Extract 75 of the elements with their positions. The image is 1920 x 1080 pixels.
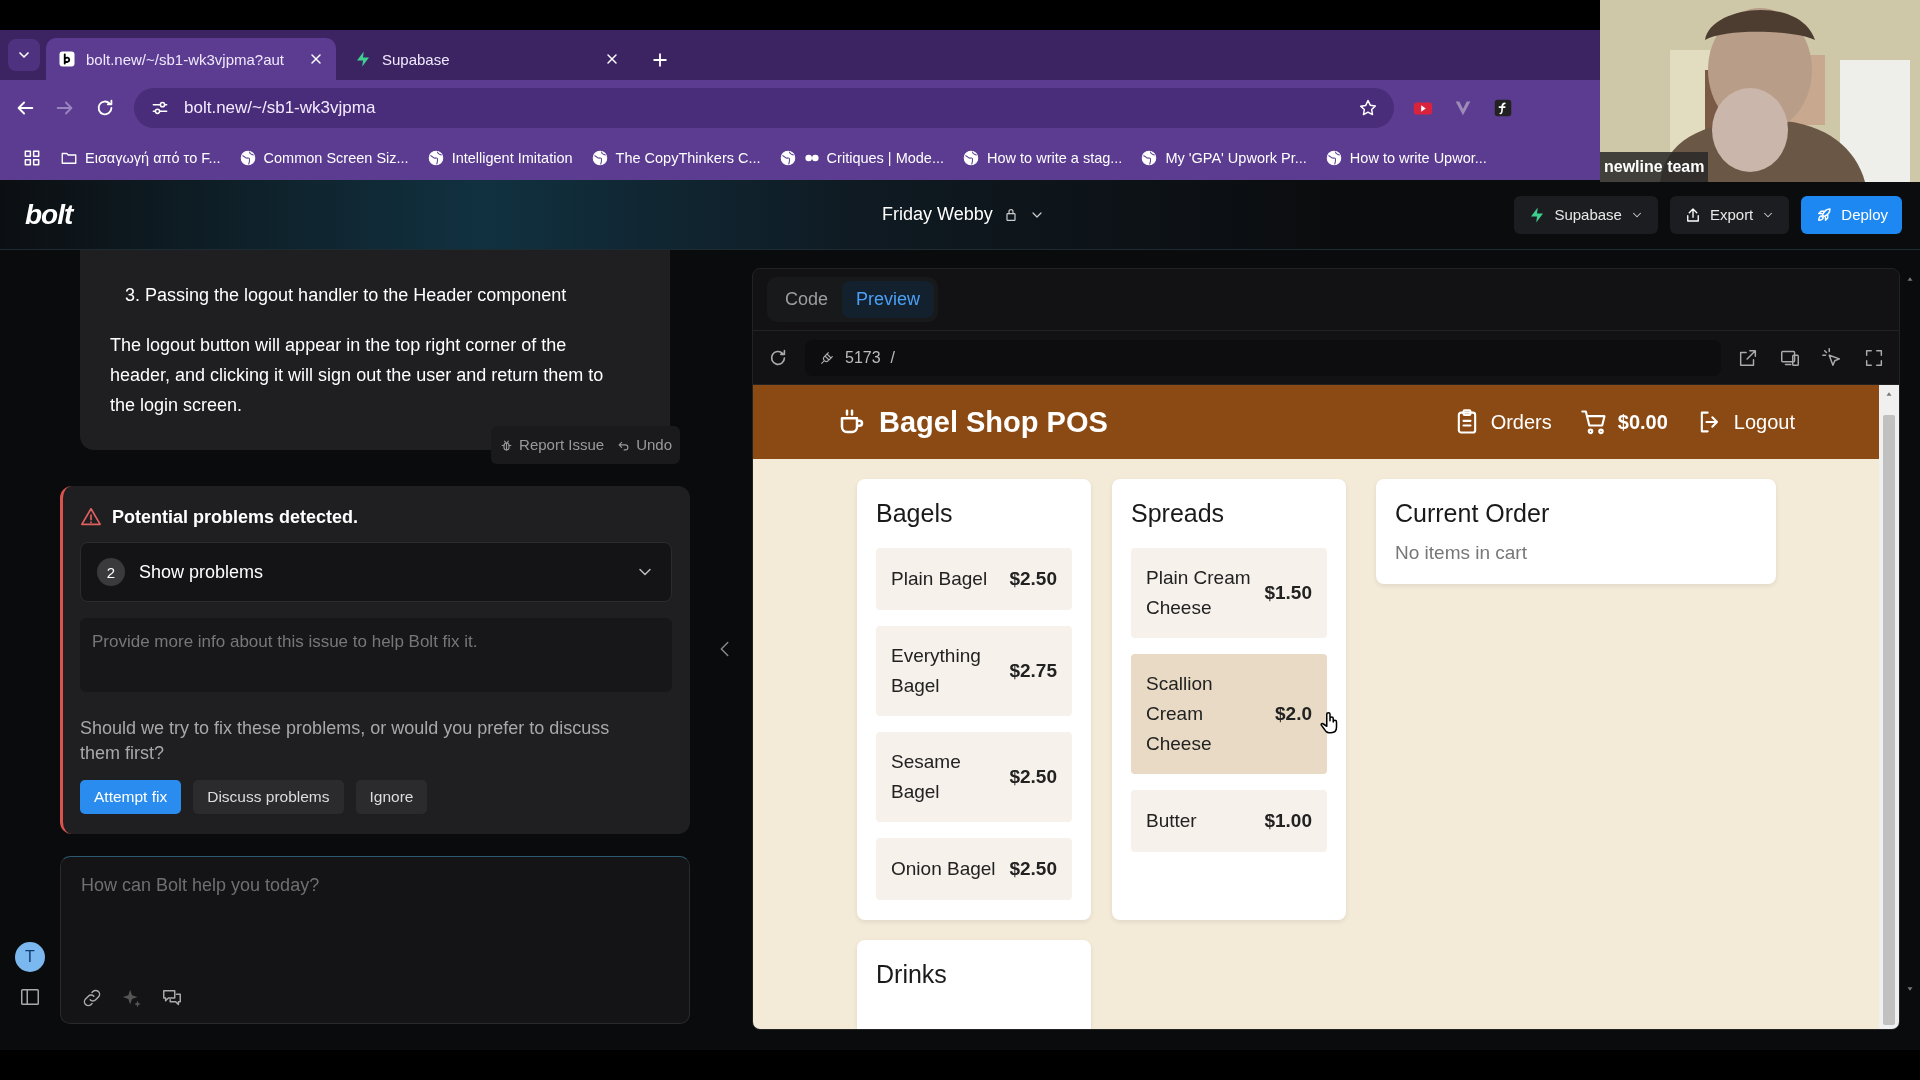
globe-icon bbox=[426, 148, 445, 167]
bookmark[interactable]: Common Screen Siz... bbox=[238, 148, 409, 167]
globe-icon bbox=[778, 148, 797, 167]
close-icon[interactable] bbox=[308, 51, 324, 67]
cart-icon bbox=[1579, 408, 1608, 436]
address-bar[interactable]: bolt.new/~/sb1-wk3vjpma bbox=[134, 87, 1394, 128]
globe-icon bbox=[1140, 148, 1159, 167]
bug-icon bbox=[499, 437, 515, 453]
question-text: Should we try to fix these problems, or would you prefer to discuss them first? bbox=[80, 717, 611, 765]
user-avatar[interactable]: T bbox=[15, 942, 45, 972]
list-item-text: 3. Passing the logout handler to the Header component bbox=[124, 284, 568, 307]
details-field[interactable]: Provide more info about this issue to help Bolt fix it. bbox=[80, 618, 672, 692]
path-text: / bbox=[890, 348, 896, 367]
bookmark[interactable]: Intelligent Imitation bbox=[426, 148, 573, 167]
view-tab[interactable]: Preview bbox=[842, 281, 935, 318]
bookmark-star-icon[interactable] bbox=[1358, 97, 1378, 118]
message-text: The logout button will appear in the top right corner of the header, and clicking it will sign out the user and return them to the login screen. bbox=[110, 334, 605, 417]
scrollbar[interactable] bbox=[1879, 385, 1899, 1029]
order-title: Current Order bbox=[1395, 499, 1551, 528]
bookmark[interactable]: The CopyThinkers C... bbox=[590, 148, 761, 167]
category-title: Drinks bbox=[876, 960, 948, 989]
view-tab[interactable]: Code bbox=[771, 281, 843, 318]
bolt-favicon-icon bbox=[58, 50, 76, 68]
menu-item[interactable]: Plain Bagel $2.50 bbox=[876, 548, 1072, 610]
menu-item[interactable]: Onion Bagel $2.50 bbox=[876, 838, 1072, 900]
warning-icon bbox=[80, 506, 102, 528]
prompt-box[interactable]: How can Bolt help you today? bbox=[60, 856, 690, 1024]
new-tab-icon[interactable] bbox=[650, 50, 670, 70]
category-title: Bagels bbox=[876, 499, 954, 528]
bookmark[interactable]: My 'GPA' Upwork Pr... bbox=[1140, 148, 1307, 167]
tab-title: bolt.new/~/sb1-wk3vjpma?aut bbox=[86, 50, 286, 68]
bookmark[interactable]: Εισαγωγή από το F... bbox=[60, 148, 221, 167]
nav-link[interactable]: Logout bbox=[1695, 408, 1795, 436]
tab-title: Supabase bbox=[382, 50, 451, 68]
element-picker-icon[interactable] bbox=[1821, 346, 1843, 369]
report-issue-link[interactable]: Report Issue bbox=[499, 430, 605, 460]
port-text: 5173 bbox=[845, 348, 881, 367]
deploy-button[interactable]: Deploy bbox=[1801, 195, 1902, 234]
menu-item[interactable]: Everything Bagel $2.75 bbox=[876, 626, 1072, 716]
address-text: bolt.new/~/sb1-wk3vjpma bbox=[184, 97, 377, 118]
prompt-field[interactable]: How can Bolt help you today? bbox=[81, 875, 669, 987]
preview-url-field[interactable]: 5173 / bbox=[805, 339, 1721, 376]
plug-icon bbox=[819, 349, 835, 366]
alert-title: Potential problems detected. bbox=[112, 506, 359, 528]
participant-name: newline team bbox=[1600, 152, 1709, 182]
globe-icon bbox=[238, 148, 257, 167]
browser-tab[interactable]: Supabase bbox=[342, 38, 632, 80]
empty-cart-text: No items in cart bbox=[1395, 542, 1528, 564]
show-problems-toggle[interactable]: 2 Show problems bbox=[80, 542, 672, 602]
undo-link[interactable]: Undo bbox=[616, 430, 672, 460]
globe-icon bbox=[962, 148, 980, 167]
bolt-logo[interactable]: bolt bbox=[25, 198, 73, 231]
rocket-icon bbox=[1815, 205, 1834, 224]
menu-item[interactable]: Butter $1.00 bbox=[1131, 790, 1327, 852]
export-button[interactable]: Export bbox=[1669, 195, 1790, 234]
tab-list-button[interactable] bbox=[8, 39, 40, 71]
supabase-button[interactable]: Supabase bbox=[1514, 195, 1658, 234]
close-icon[interactable] bbox=[604, 51, 620, 67]
link-icon[interactable] bbox=[81, 987, 103, 1009]
project-title: Friday Webby bbox=[882, 204, 993, 225]
sidebar-icon[interactable] bbox=[19, 986, 41, 1008]
menu-item[interactable]: Sesame Bagel $2.50 bbox=[876, 732, 1072, 822]
category-title: Spreads bbox=[1131, 499, 1226, 528]
action-button[interactable]: Discuss problems bbox=[193, 780, 344, 814]
globe-icon bbox=[1324, 148, 1343, 167]
problem-count: 2 bbox=[97, 558, 125, 586]
bookmark[interactable]: Critiques | Mode... bbox=[778, 148, 944, 167]
globe-icon bbox=[590, 148, 609, 167]
cart-total[interactable]: $0.00 bbox=[1579, 408, 1668, 436]
nav-link[interactable]: Orders bbox=[1452, 408, 1552, 436]
app-title: Bagel Shop POS bbox=[879, 405, 1108, 439]
bookmark[interactable]: How to write Upwor... bbox=[1324, 148, 1487, 167]
action-button[interactable]: Ignore bbox=[355, 780, 428, 814]
bookmark[interactable]: How to write a stag... bbox=[962, 148, 1123, 167]
browser-tab[interactable]: bolt.new/~/sb1-wk3vjpma?aut bbox=[46, 38, 336, 80]
